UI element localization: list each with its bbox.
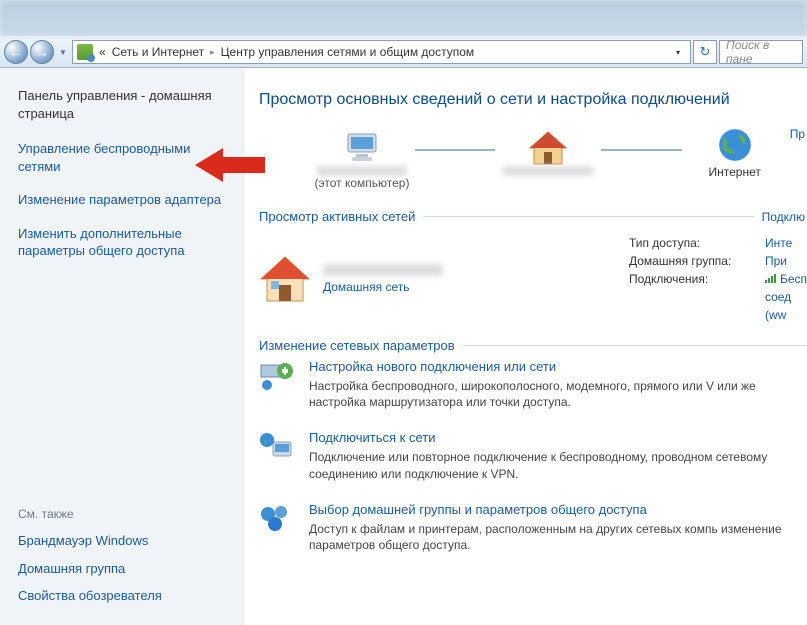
page-title: Просмотр основных сведений о сети и наст… xyxy=(259,91,807,109)
connect-to-network[interactable]: Подключиться к сети Подключение или повт… xyxy=(259,430,807,481)
address-bar: ← → ▼ « Сеть и Интернет ▸ Центр управлен… xyxy=(0,36,807,68)
homegroup-label: Домашняя группа: xyxy=(629,252,757,270)
see-also-homegroup[interactable]: Домашняя группа xyxy=(18,560,233,578)
connect-disconnect-link[interactable]: Подклю xyxy=(762,210,807,224)
computer-icon xyxy=(342,130,382,166)
settings-list: Настройка нового подключения или сети На… xyxy=(259,359,807,553)
content-area: Просмотр основных сведений о сети и наст… xyxy=(245,69,807,625)
network-properties: Тип доступа: Инте Домашняя группа: При П… xyxy=(629,234,807,324)
breadcrumb-seg2[interactable]: Центр управления сетями и общим доступом xyxy=(221,45,475,59)
computer-name-blurred xyxy=(317,166,407,176)
homegroup-value[interactable]: При xyxy=(765,252,787,270)
network-type-link[interactable]: Домашняя сеть xyxy=(323,280,443,294)
access-type-label: Тип доступа: xyxy=(629,234,757,252)
setup-connection-title[interactable]: Настройка нового подключения или сети xyxy=(309,359,807,374)
address-dropdown[interactable]: ▾ xyxy=(670,48,686,57)
setup-new-connection[interactable]: Настройка нового подключения или сети На… xyxy=(259,359,807,410)
wifi-signal-icon xyxy=(765,273,777,283)
forward-button[interactable]: → xyxy=(30,40,54,64)
see-also-header: См. также xyxy=(18,506,233,522)
window-titlebar xyxy=(0,0,807,36)
refresh-button[interactable]: ↻ xyxy=(693,40,717,64)
network-name-blurred xyxy=(323,264,443,276)
homegroup-title[interactable]: Выбор домашней группы и параметров общег… xyxy=(309,502,807,517)
breadcrumb-bar[interactable]: « Сеть и Интернет ▸ Центр управления сет… xyxy=(72,40,691,64)
connections-value-2[interactable]: соед xyxy=(765,288,791,306)
setup-connection-desc: Настройка беспроводного, широкополосного… xyxy=(309,378,807,410)
map-internet: Интернет xyxy=(680,127,790,193)
network-map: (этот компьютер) xyxy=(259,127,790,193)
this-computer-label: (этот компьютер) xyxy=(315,176,410,190)
map-this-computer: (этот компьютер) xyxy=(307,130,417,190)
sidebar-link-sharing[interactable]: Изменить дополнительные параметры общего… xyxy=(18,225,233,260)
router-name-blurred xyxy=(503,166,593,176)
connect-network-icon xyxy=(259,432,295,462)
chevron-right-icon: ▸ xyxy=(210,47,215,58)
homegroup-desc: Доступ к файлам и принтерам, расположенн… xyxy=(309,521,807,553)
breadcrumb-ellipsis: « xyxy=(99,45,106,59)
back-button[interactable]: ← xyxy=(4,40,28,64)
connect-network-title[interactable]: Подключиться к сети xyxy=(309,430,807,445)
connections-value[interactable]: Бесп xyxy=(765,270,807,288)
connections-label: Подключения: xyxy=(629,270,757,288)
house-icon xyxy=(528,130,568,166)
sidebar: Панель управления - домашняя страница Уп… xyxy=(0,69,245,625)
homegroup-icon xyxy=(259,504,295,534)
control-panel-home-link[interactable]: Панель управления - домашняя страница xyxy=(18,87,233,122)
search-input[interactable]: Поиск в пане xyxy=(719,40,803,64)
breadcrumb-seg1[interactable]: Сеть и Интернет xyxy=(112,45,204,59)
see-also-firewall[interactable]: Брандмауэр Windows xyxy=(18,532,233,550)
full-map-link[interactable]: Пр xyxy=(790,127,807,141)
connections-value-3[interactable]: (ww xyxy=(765,306,786,324)
new-connection-icon xyxy=(259,361,295,391)
globe-icon xyxy=(717,127,753,163)
map-router xyxy=(493,130,603,190)
connect-network-desc: Подключение или повторное подключение к … xyxy=(309,449,807,481)
see-also-browser[interactable]: Свойства обозревателя xyxy=(18,587,233,605)
history-dropdown[interactable]: ▼ xyxy=(56,48,70,57)
sidebar-link-adapter[interactable]: Изменение параметров адаптера xyxy=(18,191,233,209)
main-panel: Панель управления - домашняя страница Уп… xyxy=(0,68,807,625)
active-network-row: Домашняя сеть Тип доступа: Инте Домашняя… xyxy=(259,234,807,324)
access-type-value: Инте xyxy=(765,234,792,252)
active-networks-header: Просмотр активных сетей xyxy=(259,209,415,224)
network-center-icon xyxy=(77,44,93,60)
home-network-icon xyxy=(259,255,311,303)
homegroup-sharing[interactable]: Выбор домашней группы и параметров общег… xyxy=(259,502,807,553)
internet-label: Интернет xyxy=(709,165,761,179)
change-settings-header: Изменение сетевых параметров xyxy=(259,338,455,353)
sidebar-link-wireless[interactable]: Управление беспроводными сетями xyxy=(18,140,233,175)
